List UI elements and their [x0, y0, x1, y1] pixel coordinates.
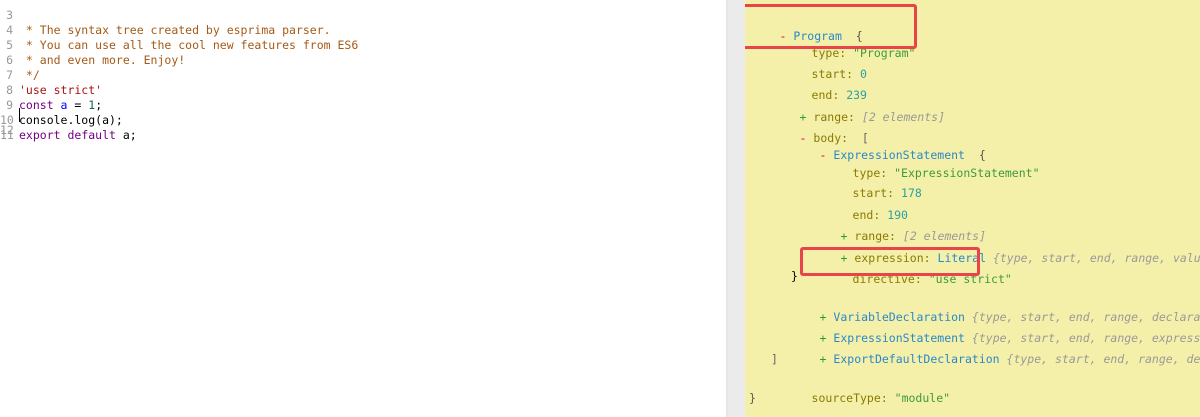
- ast-prop-range[interactable]: + range: [2 elements]: [799, 209, 986, 243]
- ast-variable-declaration-node[interactable]: + VariableDeclaration {type, start, end,…: [778, 290, 1200, 324]
- ast-prop-end: end: 239: [770, 68, 867, 102]
- ast-prop-body[interactable]: - body: [: [758, 111, 869, 145]
- ast-expression-statement-node[interactable]: - ExpressionStatement {: [778, 128, 986, 162]
- node-name: ExportDefaultDeclaration: [833, 352, 1000, 366]
- ast-tree: - Program { type: "Program" start: 0 end…: [745, 0, 1200, 417]
- close-brace: }: [749, 391, 756, 405]
- close-bracket: ]: [771, 352, 778, 366]
- editor-line-7: 7 'use strict': [0, 53, 726, 97]
- editor-line-8: 8 const a = 1;: [0, 68, 726, 112]
- ast-expression-statement-node[interactable]: + ExpressionStatement {type, start, end,…: [778, 311, 1200, 345]
- editor-line-4: 4 * You can use all the cool new feature…: [0, 8, 726, 52]
- line-number: 12: [0, 123, 14, 137]
- highlight-box-program: [745, 4, 917, 49]
- collapsed-summary: {type, start, end, range, declaration}: [1006, 352, 1200, 366]
- code-editor[interactable]: 3 * The syntax tree created by esprima p…: [0, 0, 726, 417]
- text-cursor: [19, 108, 20, 122]
- ast-prop-start: start: 178: [811, 166, 922, 200]
- prop-key: sourceType:: [811, 391, 888, 405]
- highlight-box-directive: [800, 247, 980, 276]
- collapsed-summary: [2 elements]: [861, 110, 945, 124]
- code-token: a;: [122, 128, 137, 142]
- editor-line-12: 12: [0, 108, 726, 137]
- code-text: export default a;: [19, 128, 137, 143]
- editor-line-9: 9 console.log(a);: [0, 83, 726, 127]
- ast-prop-source-type: sourceType: "module": [770, 371, 951, 405]
- expand-toggle[interactable]: +: [820, 352, 827, 366]
- ast-pane: - Program { type: "Program" start: 0 end…: [728, 0, 1200, 417]
- ast-export-default-declaration-node[interactable]: + ExportDefaultDeclaration {type, start,…: [778, 332, 1200, 366]
- ast-prop-type: type: "ExpressionStatement": [811, 146, 1040, 180]
- collapsed-summary: {type, start, end, range, value, ... +1}: [992, 251, 1200, 265]
- keyword-token: default: [67, 128, 123, 142]
- editor-line-3: 3 * The syntax tree created by esprima p…: [0, 0, 726, 37]
- editor-line-6: 6 */: [0, 38, 726, 82]
- editor-line-5: 5 * and even more. Enjoy!: [0, 23, 726, 67]
- prop-value: "module": [894, 391, 951, 405]
- ast-prop-end: end: 190: [811, 188, 908, 222]
- ast-prop-start: start: 0: [770, 47, 867, 81]
- ast-prop-range[interactable]: + range: [2 elements]: [758, 90, 945, 124]
- close-brace: }: [791, 269, 798, 283]
